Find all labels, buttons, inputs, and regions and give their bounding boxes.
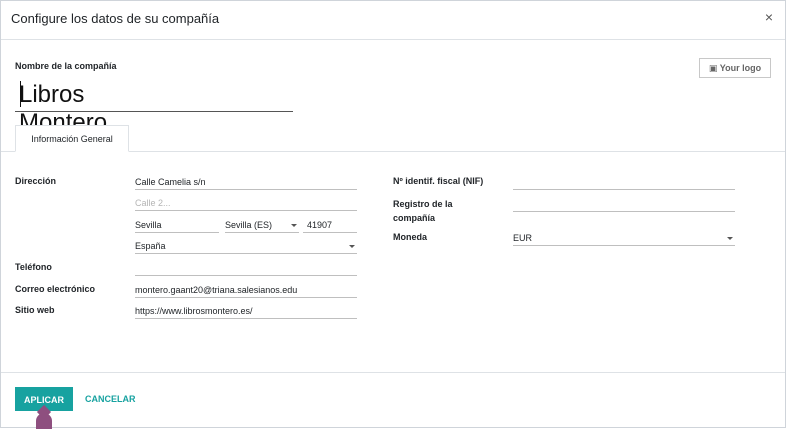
website-label: Sitio web [15, 305, 55, 315]
country-value: España [135, 241, 166, 251]
your-logo-label: Your logo [719, 63, 762, 73]
state-select[interactable]: Sevilla (ES) [225, 217, 299, 233]
email-input[interactable]: montero.gaant20@triana.salesianos.edu [135, 282, 357, 298]
street-input[interactable]: Calle Camelia s/n [135, 174, 357, 190]
email-label: Correo electrónico [15, 284, 96, 294]
city-input[interactable]: Sevilla [135, 217, 219, 233]
street2-input[interactable]: Calle 2... [135, 195, 357, 211]
country-select[interactable]: España [135, 238, 357, 254]
currency-value: EUR [513, 233, 533, 243]
registry-label: Registro de la compañía [393, 199, 453, 223]
tab-general-info[interactable]: Información General [15, 125, 129, 152]
registry-input[interactable] [513, 196, 735, 212]
currency-select[interactable]: EUR [513, 230, 735, 246]
company-name-input[interactable]: Libros Montero [15, 73, 293, 136]
currency-label: Moneda [393, 232, 428, 242]
address-label: Dirección [15, 176, 57, 186]
state-value: Sevilla (ES) [225, 220, 273, 230]
zip-input[interactable]: 41907 [303, 217, 357, 233]
website-input[interactable]: https://www.librosmontero.es/ [135, 303, 357, 319]
company-name-label: Nombre de la compañía [15, 61, 117, 71]
dialog-header: Configure los datos de su compañía × [1, 1, 785, 40]
vat-input[interactable] [513, 174, 735, 190]
phone-input[interactable] [135, 260, 357, 276]
company-setup-dialog: Configure los datos de su compañía × Nom… [0, 0, 786, 429]
droplet-icon [36, 413, 52, 429]
camera-icon: ▣ [708, 63, 718, 73]
vat-label: Nº identif. fiscal (NIF) [393, 176, 484, 186]
text-caret [20, 81, 21, 107]
cancel-button[interactable]: CANCELAR [85, 387, 136, 411]
footer-divider [1, 372, 785, 373]
phone-label: Teléfono [15, 262, 52, 272]
dialog-title: Configure los datos de su compañía [11, 11, 220, 26]
close-icon[interactable]: × [765, 9, 773, 25]
your-logo-button[interactable]: ▣ Your logo [699, 58, 771, 78]
